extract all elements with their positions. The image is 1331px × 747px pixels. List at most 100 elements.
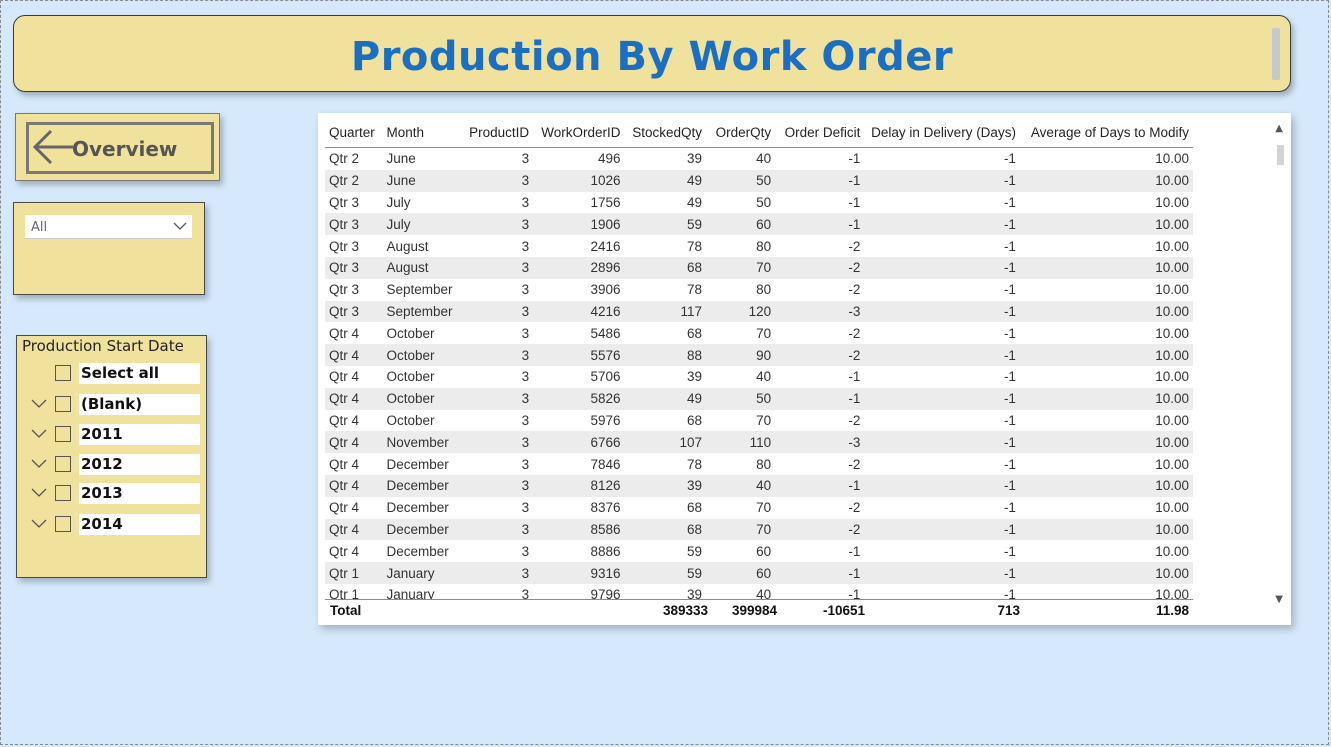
table-row[interactable]: Qtr 3 September 3 3906 78 80 -2 -1 10.00	[325, 279, 1193, 301]
table-cell: Qtr 3	[329, 194, 360, 210]
slicer-item[interactable]: 2012	[17, 454, 207, 476]
expand-chevron-icon[interactable]	[31, 459, 47, 469]
table-cell: 39	[686, 369, 703, 385]
scroll-up-icon[interactable]: ▲	[1275, 123, 1283, 134]
column-header[interactable]: Delay in Delivery (Days)	[864, 117, 1020, 148]
table-cell: 3	[521, 369, 530, 385]
table-cell: Qtr 3	[325, 256, 383, 279]
column-header[interactable]: Average of Days to Modify	[1019, 117, 1193, 148]
column-header[interactable]: ProductID	[459, 117, 534, 148]
slicer-item[interactable]: (Blank)	[17, 394, 207, 416]
slicer-item[interactable]: 2014	[17, 514, 207, 536]
table-cell: Qtr 4	[325, 518, 383, 541]
table-row[interactable]: Qtr 4 December 3 8886 59 60 -1 -1 10.00	[325, 540, 1193, 562]
slicer-item[interactable]: 2013	[17, 483, 207, 505]
scroll-down-icon[interactable]: ▼	[1275, 594, 1283, 605]
table-cell: 3	[521, 151, 530, 167]
table-row[interactable]: Qtr 4 October 3 5576 88 90 -2 -1 10.00	[325, 344, 1193, 366]
column-header[interactable]: WorkOrderID	[533, 117, 625, 148]
table-cell: Qtr 4	[325, 344, 383, 366]
overview-button[interactable]: Overview	[26, 122, 214, 174]
table-cell: 10.00	[1155, 500, 1189, 516]
table-cell: -1	[1003, 412, 1016, 428]
table-cell: 70	[706, 256, 776, 279]
expand-chevron-icon[interactable]	[31, 399, 47, 409]
table-cell: 59	[686, 543, 703, 559]
table-cell: 68	[686, 412, 703, 428]
expand-chevron-icon[interactable]	[31, 488, 47, 498]
filter-card: All	[13, 202, 205, 295]
slicer-item[interactable]: 2011	[17, 424, 207, 446]
table-cell: Qtr 3	[325, 213, 383, 236]
chevron-down-icon	[173, 222, 187, 230]
column-header[interactable]: StockedQty	[624, 117, 707, 148]
vertical-scrollbar-thumb[interactable]	[1277, 145, 1284, 165]
table-row[interactable]: Qtr 4 December 3 8586 68 70 -2 -1 10.00	[325, 518, 1193, 541]
slicer-checkbox[interactable]	[55, 396, 71, 412]
expand-chevron-icon[interactable]	[31, 519, 47, 529]
table-cell: 496	[598, 151, 621, 167]
slicer-title: Production Start Date	[22, 337, 184, 355]
table-cell: 10.00	[1155, 543, 1189, 559]
column-header[interactable]: Order Deficit	[775, 117, 865, 148]
slicer-checkbox[interactable]	[55, 426, 71, 442]
table-cell: 120	[706, 300, 776, 323]
table-cell: 3	[521, 412, 530, 428]
table-cell: 3	[521, 238, 530, 254]
table-row[interactable]: Qtr 1 January 3 9796 39 40 -1 -1 10.00	[325, 584, 1193, 599]
slicer-checkbox[interactable]	[55, 516, 71, 532]
table-cell: 50	[756, 194, 772, 210]
table-row[interactable]: Qtr 4 October 3 5976 68 70 -2 -1 10.00	[325, 410, 1193, 432]
table-cell: Qtr 1	[329, 587, 360, 599]
title-scrollbar[interactable]	[1272, 28, 1280, 80]
filter-dropdown[interactable]: All	[25, 215, 192, 239]
table-row[interactable]: Qtr 2 June 3 1026 49 50 -1 -1 10.00	[325, 169, 1193, 192]
table-row[interactable]: Qtr 4 December 3 7846 78 80 -2 -1 10.00	[325, 453, 1193, 475]
table-cell: 59	[624, 213, 707, 236]
table-cell: Qtr 4	[325, 387, 383, 410]
table-cell: 10.00	[1019, 213, 1193, 236]
table-cell: 10.00	[1155, 412, 1189, 428]
table-row[interactable]: Qtr 3 August 3 2896 68 70 -2 -1 10.00	[325, 256, 1193, 279]
table-cell: 8376	[590, 500, 621, 516]
table-cell: 10.00	[1019, 562, 1193, 584]
table-cell: Qtr 1	[325, 562, 383, 584]
column-header[interactable]: Quarter	[325, 117, 383, 148]
table-cell: September	[382, 300, 460, 323]
table-row[interactable]: Qtr 4 October 3 5486 68 70 -2 -1 10.00	[325, 322, 1193, 344]
table-row[interactable]: Qtr 4 October 3 5706 39 40 -1 -1 10.00	[325, 366, 1193, 388]
table-row[interactable]: Qtr 3 July 3 1756 49 50 -1 -1 10.00	[325, 192, 1193, 214]
table-row[interactable]: Qtr 4 October 3 5826 49 50 -1 -1 10.00	[325, 387, 1193, 410]
total-delay: 713	[997, 603, 1020, 618]
slicer-checkbox[interactable]	[55, 485, 71, 501]
table-cell: 40	[706, 474, 776, 497]
table-cell: 9316	[533, 562, 625, 584]
table-row[interactable]: Qtr 4 December 3 8126 39 40 -1 -1 10.00	[325, 474, 1193, 497]
table-body-area[interactable]: Quarter Month ProductID WorkOrderID StockedQ…	[325, 117, 1193, 599]
table-header-row: Quarter Month ProductID WorkOrderID StockedQ…	[325, 117, 1193, 148]
table-row[interactable]: Qtr 4 December 3 8376 68 70 -2 -1 10.00	[325, 497, 1193, 519]
table-cell: 3	[459, 213, 534, 236]
table-cell: 49	[624, 387, 707, 410]
table-cell: -1	[1003, 587, 1016, 599]
table-row[interactable]: Qtr 3 September 3 4216 117 120 -3 -1 10.00	[325, 300, 1193, 323]
slicer-checkbox[interactable]	[55, 456, 71, 472]
table-row[interactable]: Qtr 3 August 3 2416 78 80 -2 -1 10.00	[325, 235, 1193, 257]
column-header[interactable]: OrderQty	[706, 117, 776, 148]
slicer-item[interactable]: Select all	[17, 363, 207, 385]
table-cell: -1	[1003, 500, 1016, 516]
table-cell: 3	[459, 387, 534, 410]
table-cell: July	[386, 194, 411, 210]
table-row[interactable]: Qtr 4 November 3 6766 107 110 -3 -1 10.00	[325, 431, 1193, 454]
slicer-checkbox[interactable]	[55, 365, 71, 381]
table-row[interactable]: Qtr 3 July 3 1906 59 60 -1 -1 10.00	[325, 213, 1193, 236]
table-cell: Qtr 3	[329, 238, 360, 254]
table-cell: -1	[775, 387, 865, 410]
table-cell: 8886	[590, 543, 621, 559]
column-header[interactable]: Month	[382, 117, 460, 148]
expand-chevron-icon[interactable]	[31, 429, 47, 439]
table-cell: Qtr 4	[325, 474, 383, 497]
table-row[interactable]: Qtr 2 June 3 496 39 40 -1 -1 10.00	[325, 148, 1193, 170]
table-cell: 107	[624, 431, 707, 454]
table-row[interactable]: Qtr 1 January 3 9316 59 60 -1 -1 10.00	[325, 562, 1193, 584]
